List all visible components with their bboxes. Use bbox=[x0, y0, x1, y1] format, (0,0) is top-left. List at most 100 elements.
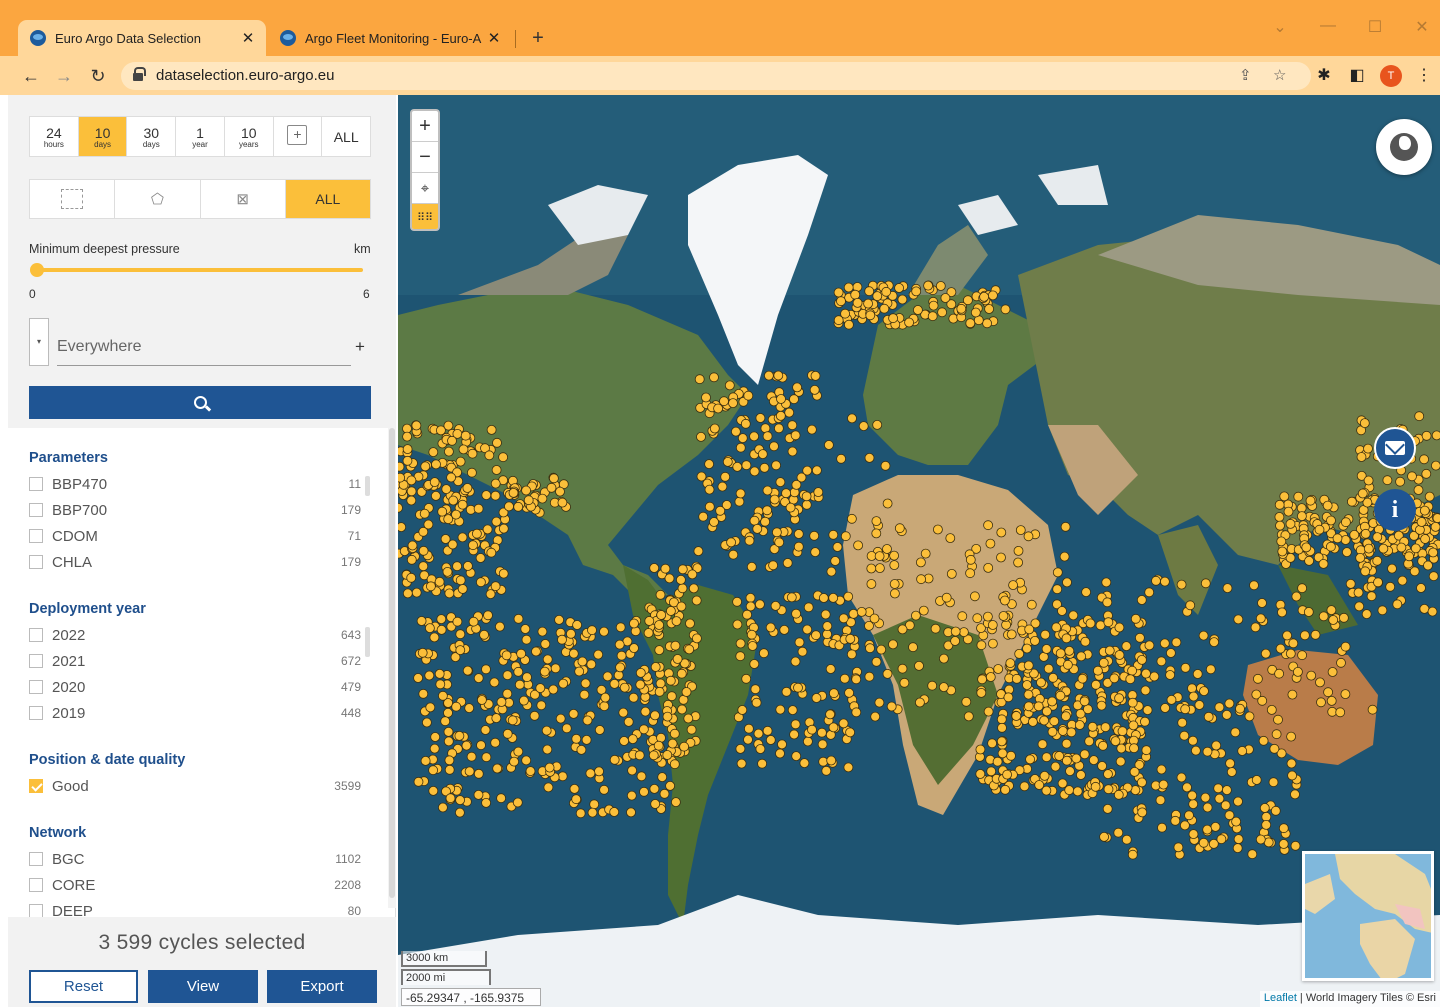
float-marker[interactable] bbox=[398, 461, 405, 472]
float-marker[interactable] bbox=[467, 467, 477, 478]
float-marker[interactable] bbox=[872, 291, 883, 302]
float-marker[interactable] bbox=[468, 616, 479, 627]
float-marker[interactable] bbox=[440, 716, 451, 727]
float-marker[interactable] bbox=[550, 663, 561, 674]
checkbox[interactable] bbox=[29, 529, 43, 543]
float-marker[interactable] bbox=[856, 607, 867, 617]
float-marker[interactable] bbox=[571, 733, 582, 744]
float-marker[interactable] bbox=[1291, 591, 1302, 602]
float-marker[interactable] bbox=[1022, 643, 1032, 654]
float-marker[interactable] bbox=[1003, 692, 1014, 703]
float-marker[interactable] bbox=[1140, 716, 1150, 727]
float-marker[interactable] bbox=[686, 724, 697, 735]
float-marker[interactable] bbox=[914, 661, 924, 671]
float-marker[interactable] bbox=[654, 686, 665, 697]
float-marker[interactable] bbox=[1377, 605, 1388, 616]
float-marker[interactable] bbox=[911, 610, 921, 621]
float-marker[interactable] bbox=[1361, 609, 1372, 619]
float-marker[interactable] bbox=[448, 495, 459, 506]
float-marker[interactable] bbox=[1006, 750, 1016, 761]
float-marker[interactable] bbox=[1030, 636, 1040, 646]
float-marker[interactable] bbox=[1382, 475, 1393, 486]
float-marker[interactable] bbox=[758, 648, 769, 659]
float-marker[interactable] bbox=[688, 583, 699, 594]
float-marker[interactable] bbox=[1255, 613, 1266, 624]
float-marker[interactable] bbox=[457, 499, 468, 510]
float-marker[interactable] bbox=[1052, 567, 1063, 578]
float-marker[interactable] bbox=[822, 621, 833, 631]
float-marker[interactable] bbox=[694, 374, 705, 385]
float-marker[interactable] bbox=[869, 613, 880, 624]
float-marker[interactable] bbox=[426, 581, 436, 592]
float-marker[interactable] bbox=[801, 499, 812, 510]
float-marker[interactable] bbox=[864, 452, 875, 463]
float-marker[interactable] bbox=[486, 424, 497, 435]
float-marker[interactable] bbox=[1072, 786, 1083, 797]
new-tab-button[interactable]: + bbox=[526, 27, 550, 50]
float-marker[interactable] bbox=[1047, 696, 1057, 707]
float-marker[interactable] bbox=[1037, 739, 1048, 750]
search-button[interactable] bbox=[29, 386, 371, 419]
float-marker[interactable] bbox=[1071, 753, 1082, 764]
float-marker[interactable] bbox=[709, 423, 720, 434]
float-marker[interactable] bbox=[519, 695, 529, 706]
float-marker[interactable] bbox=[770, 600, 781, 611]
float-marker[interactable] bbox=[765, 622, 776, 633]
float-marker[interactable] bbox=[589, 799, 600, 810]
facet-item[interactable]: 2019 448 bbox=[29, 700, 371, 726]
float-marker[interactable] bbox=[986, 766, 997, 777]
float-marker[interactable] bbox=[719, 396, 729, 407]
float-marker[interactable] bbox=[840, 531, 851, 542]
float-marker[interactable] bbox=[1013, 557, 1023, 568]
contact-mail-button[interactable] bbox=[1374, 427, 1416, 469]
float-marker[interactable] bbox=[498, 523, 509, 534]
float-marker[interactable] bbox=[649, 784, 660, 794]
float-marker[interactable] bbox=[1288, 638, 1299, 649]
float-marker[interactable] bbox=[762, 725, 773, 736]
float-marker[interactable] bbox=[574, 666, 585, 677]
float-marker[interactable] bbox=[1275, 643, 1286, 654]
float-marker[interactable] bbox=[752, 523, 763, 534]
float-marker[interactable] bbox=[666, 691, 677, 702]
float-marker[interactable] bbox=[443, 727, 454, 737]
float-marker[interactable] bbox=[1023, 689, 1034, 700]
float-marker[interactable] bbox=[745, 601, 756, 612]
float-marker[interactable] bbox=[1179, 730, 1190, 741]
float-marker[interactable] bbox=[1137, 777, 1147, 788]
float-marker[interactable] bbox=[521, 634, 532, 645]
float-marker[interactable] bbox=[734, 496, 745, 507]
float-marker[interactable] bbox=[822, 629, 833, 640]
float-marker[interactable] bbox=[650, 662, 661, 672]
float-marker[interactable] bbox=[1185, 600, 1196, 611]
float-marker[interactable] bbox=[417, 647, 428, 658]
float-marker[interactable] bbox=[1127, 697, 1138, 708]
float-marker[interactable] bbox=[839, 673, 850, 684]
float-marker[interactable] bbox=[787, 420, 798, 431]
float-marker[interactable] bbox=[665, 675, 676, 686]
float-marker[interactable] bbox=[1055, 648, 1066, 659]
float-marker[interactable] bbox=[965, 554, 976, 565]
float-marker[interactable] bbox=[790, 719, 801, 730]
float-marker[interactable] bbox=[496, 697, 507, 707]
float-marker[interactable] bbox=[1036, 677, 1046, 688]
float-marker[interactable] bbox=[889, 579, 900, 589]
float-marker[interactable] bbox=[477, 695, 487, 705]
float-marker[interactable] bbox=[429, 477, 440, 488]
checkbox-checked[interactable] bbox=[29, 779, 43, 793]
float-marker[interactable] bbox=[462, 483, 473, 493]
bookmark-star-icon[interactable]: ☆ bbox=[1273, 66, 1286, 84]
float-marker[interactable] bbox=[1278, 823, 1289, 834]
pressure-slider[interactable] bbox=[30, 263, 363, 277]
float-marker[interactable] bbox=[416, 616, 427, 626]
float-marker[interactable] bbox=[523, 495, 534, 506]
float-marker[interactable] bbox=[635, 679, 646, 690]
float-marker[interactable] bbox=[771, 527, 782, 538]
float-marker[interactable] bbox=[1235, 703, 1245, 714]
float-marker[interactable] bbox=[1347, 496, 1357, 507]
float-marker[interactable] bbox=[743, 390, 754, 401]
rectangle-draw-button[interactable] bbox=[30, 180, 116, 218]
float-marker[interactable] bbox=[687, 569, 698, 580]
checkbox[interactable] bbox=[29, 706, 43, 720]
float-marker[interactable] bbox=[444, 764, 455, 775]
float-marker[interactable] bbox=[863, 298, 874, 309]
